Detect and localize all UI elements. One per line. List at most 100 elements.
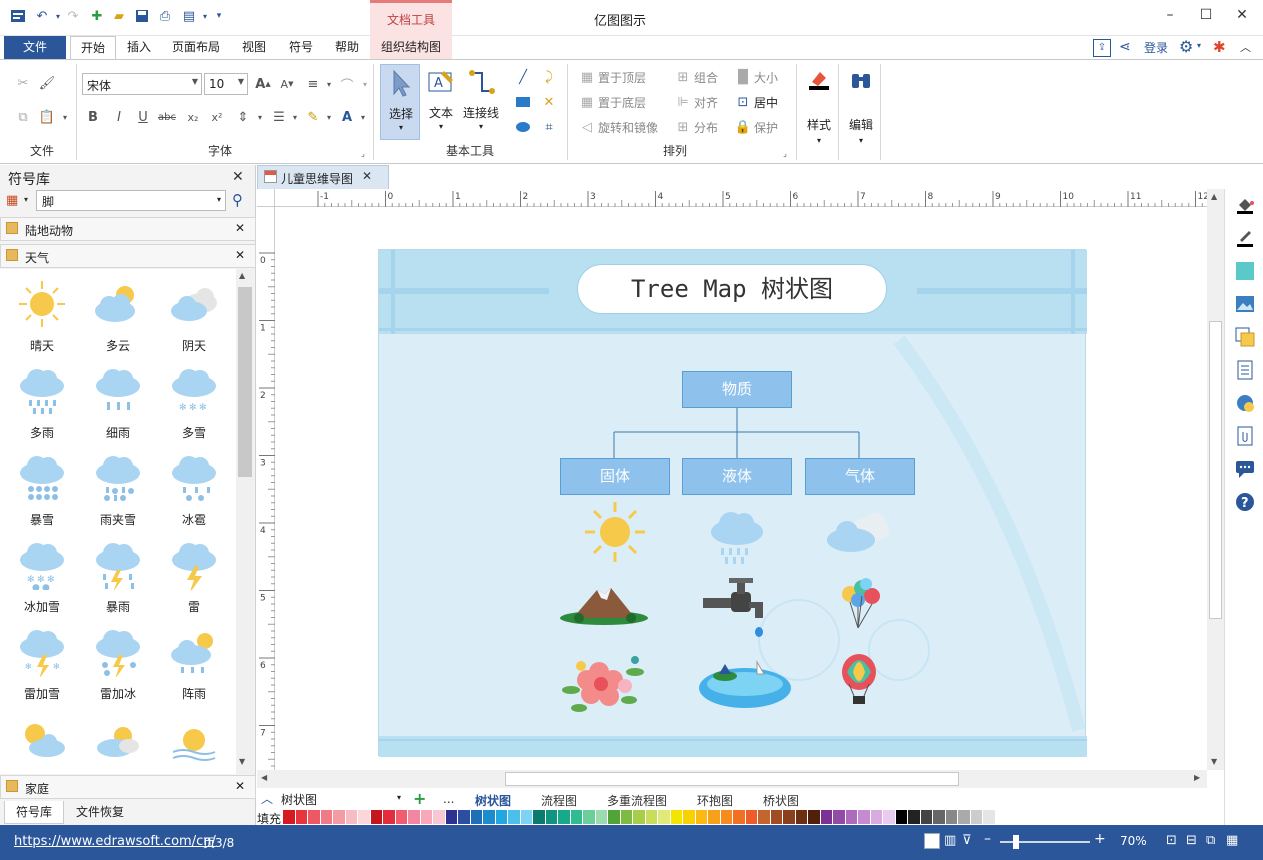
sheet-tab-tree[interactable]: 树状图 <box>475 792 511 809</box>
symbol-hail[interactable]: 冰雹 <box>156 447 232 533</box>
library-section-weather[interactable]: 天气 ✕ <box>0 244 256 268</box>
color-swatch[interactable] <box>645 810 658 824</box>
zoom-in-icon[interactable]: + <box>1094 831 1106 847</box>
full-screen-icon[interactable]: ⧉ <box>1206 833 1215 848</box>
color-swatch[interactable] <box>708 810 721 824</box>
highlight-dropdown-icon[interactable]: ▾ <box>320 108 338 126</box>
color-swatch[interactable] <box>745 810 758 824</box>
color-swatch[interactable] <box>720 810 733 824</box>
color-swatch[interactable] <box>608 810 621 824</box>
plugins-icon[interactable]: ✱ <box>1213 38 1226 56</box>
comment-icon[interactable] <box>1234 458 1256 480</box>
format-painter-icon[interactable]: ✂ <box>14 74 32 92</box>
symbol-shower[interactable]: 阵雨 <box>156 621 232 707</box>
color-swatch[interactable] <box>345 810 358 824</box>
ellipse-tool-icon[interactable] <box>514 118 532 136</box>
node-gas[interactable]: 气体 <box>805 458 915 495</box>
tab-help[interactable]: 帮助 <box>326 36 368 60</box>
zoom-level[interactable]: 70% <box>1120 834 1147 848</box>
font-family-select[interactable]: 宋体 ▼ <box>82 73 202 95</box>
search-icon[interactable]: ⚲ <box>232 191 243 209</box>
fit-page-icon[interactable]: ⊡ <box>1166 833 1177 848</box>
tab-view[interactable]: 视图 <box>233 36 275 60</box>
faucet-illustration[interactable] <box>701 576 773 638</box>
color-swatch[interactable] <box>570 810 583 824</box>
node-root[interactable]: 物质 <box>682 371 792 408</box>
tab-file[interactable]: 文件 <box>4 36 66 60</box>
close-window-icon[interactable]: ✕ <box>1229 4 1255 26</box>
color-swatch[interactable] <box>333 810 346 824</box>
open-icon[interactable]: ▰ <box>110 7 128 25</box>
sheet-tab-circle[interactable]: 环抱图 <box>697 792 733 809</box>
sheet-tab-flow[interactable]: 流程图 <box>541 792 577 809</box>
arrange-dialog-launcher-icon[interactable]: ⌟ <box>776 144 794 162</box>
arc-tool-icon[interactable]: ⤸ <box>540 68 558 86</box>
library-section-land-animals[interactable]: 陆地动物 ✕ <box>0 217 256 241</box>
tab-insert[interactable]: 插入 <box>118 36 160 60</box>
symbol-rainy[interactable]: 多雨 <box>4 360 80 446</box>
hyperlink-icon[interactable] <box>1234 392 1256 414</box>
center-label[interactable]: 居中 <box>754 94 778 111</box>
point-tool-icon[interactable]: ✕ <box>540 93 558 111</box>
save-icon[interactable] <box>133 7 151 25</box>
color-swatch[interactable] <box>683 810 696 824</box>
sheet-nav-up-icon[interactable]: ︿ <box>261 790 273 807</box>
color-swatch[interactable] <box>295 810 308 824</box>
image-icon[interactable] <box>1234 293 1256 315</box>
color-swatch[interactable] <box>383 810 396 824</box>
canvas-vertical-scrollbar[interactable]: ▲ ▼ <box>1207 189 1224 770</box>
color-swatch[interactable] <box>558 810 571 824</box>
strikethrough-icon[interactable]: abc <box>158 108 176 126</box>
tab-org-chart[interactable]: 组织结构图 <box>372 36 450 60</box>
indent-dropdown-icon[interactable]: ▾ <box>251 108 269 126</box>
maximize-icon[interactable]: ☐ <box>1193 4 1219 26</box>
lake-illustration[interactable] <box>697 658 795 710</box>
color-swatch[interactable] <box>908 810 921 824</box>
superscript-icon[interactable]: x² <box>208 108 226 126</box>
color-swatch[interactable] <box>533 810 546 824</box>
symbol-partly-cloudy[interactable]: 多云 <box>80 273 156 359</box>
grow-font-icon[interactable]: A ▲ <box>254 75 272 93</box>
drawing-canvas[interactable]: Tree Map 树状图 物质 固体 液体 气体 <box>275 207 1207 770</box>
symbol-overcast[interactable]: 阴天 <box>156 273 232 359</box>
font-size-select[interactable]: 10 ▼ <box>204 73 248 95</box>
color-swatch[interactable] <box>845 810 858 824</box>
balloons-illustration[interactable] <box>838 576 882 632</box>
color-swatch[interactable] <box>520 810 533 824</box>
close-library-icon[interactable]: ✕ <box>232 169 244 185</box>
color-swatch[interactable] <box>895 810 908 824</box>
fill-bucket-icon[interactable] <box>1234 194 1256 216</box>
symbol-snowy[interactable]: ✻ ✻ ✻ 多雪 <box>156 360 232 446</box>
color-swatch[interactable] <box>658 810 671 824</box>
settings-dropdown-icon[interactable]: ▾ <box>1197 41 1201 50</box>
hot-air-balloon-illustration[interactable] <box>839 654 879 708</box>
add-sheet-icon[interactable]: + <box>413 789 426 808</box>
brush-icon[interactable]: 🖌 <box>38 74 56 92</box>
symbol-drizzle[interactable]: 细雨 <box>80 360 156 446</box>
symbol-thunder-snow[interactable]: ✻ ✻ 雷加雪 <box>4 621 80 707</box>
page-properties-icon[interactable] <box>1234 359 1256 381</box>
page-view-icon[interactable]: ▥ <box>944 833 956 848</box>
color-swatch[interactable] <box>758 810 771 824</box>
flower-illustration[interactable] <box>559 650 647 716</box>
crop-tool-icon[interactable]: ⌗ <box>540 118 558 136</box>
share-doc-icon[interactable]: ⇪ <box>1093 39 1111 57</box>
color-swatch[interactable] <box>883 810 896 824</box>
shadow-icon[interactable] <box>1234 260 1256 282</box>
color-swatch[interactable] <box>970 810 983 824</box>
layers-icon[interactable] <box>1234 326 1256 348</box>
customize-qa-icon[interactable]: ▾ <box>210 7 228 25</box>
sheet-tab-multi-flow[interactable]: 多重流程图 <box>607 792 667 809</box>
subscript-icon[interactable]: x₂ <box>184 108 202 126</box>
rain-cloud-illustration[interactable] <box>707 508 767 568</box>
library-categories-dropdown-icon[interactable]: ▾ <box>24 195 28 204</box>
color-swatch[interactable] <box>933 810 946 824</box>
rectangle-tool-icon[interactable] <box>514 93 532 111</box>
color-swatch[interactable] <box>920 810 933 824</box>
collapse-ribbon-icon[interactable]: ︿ <box>1240 39 1251 55</box>
color-swatch[interactable] <box>783 810 796 824</box>
document-tab[interactable]: 儿童思维导图 ✕ <box>257 165 389 189</box>
color-swatch[interactable] <box>633 810 646 824</box>
grid-toggle-icon[interactable]: ▦ <box>1226 833 1238 848</box>
close-document-icon[interactable]: ✕ <box>362 169 372 183</box>
